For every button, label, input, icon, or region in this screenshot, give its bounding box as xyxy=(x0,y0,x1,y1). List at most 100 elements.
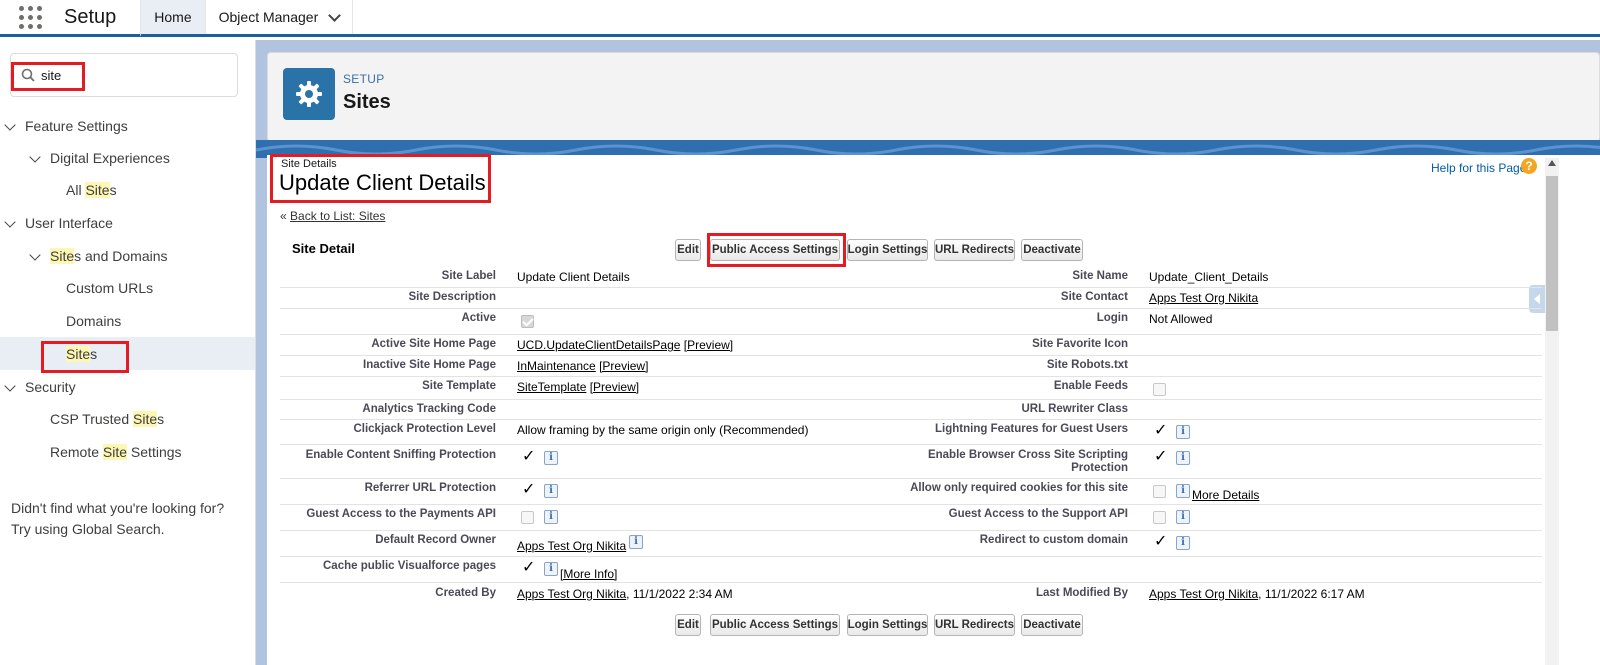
default-owner-link[interactable]: Apps Test Org Nikita xyxy=(517,539,626,553)
field-label: Site Template xyxy=(422,380,496,392)
tree-remote-site-settings[interactable]: Remote Site Settings xyxy=(50,442,182,462)
info-icon[interactable]: i xyxy=(1176,425,1190,439)
tree-domains[interactable]: Domains xyxy=(66,311,121,331)
url-redirects-button[interactable]: URL Redirects xyxy=(934,239,1015,261)
scrollbar-thumb[interactable] xyxy=(1546,176,1558,331)
info-icon[interactable]: i xyxy=(1176,484,1190,498)
row-divider xyxy=(280,556,1542,557)
more-info-link[interactable]: [More Info] xyxy=(560,567,617,581)
row-divider xyxy=(280,444,1542,445)
gear-icon xyxy=(283,68,335,120)
info-icon[interactable]: i xyxy=(544,510,558,524)
help-line: Didn't find what you're looking for? xyxy=(11,500,225,516)
preview-link[interactable]: [Preview] xyxy=(599,359,648,373)
field-label: Site Description xyxy=(408,291,496,303)
field-label: Inactive Site Home Page xyxy=(363,359,496,371)
tab-object-manager[interactable]: Object Manager xyxy=(204,0,354,34)
default-owner-value: Apps Test Org Nikita xyxy=(517,539,626,553)
row-divider xyxy=(280,355,1542,356)
site-contact-link[interactable]: Apps Test Org Nikita xyxy=(1149,291,1258,305)
deactivate-button[interactable]: Deactivate xyxy=(1021,239,1083,261)
field-label: URL Rewriter Class xyxy=(1021,403,1128,415)
row-divider xyxy=(280,399,1542,400)
global-header: Setup Home Object Manager xyxy=(0,0,1600,37)
modified-by-user-link[interactable]: Apps Test Org Nikita xyxy=(1149,587,1258,601)
guest-payments-checkbox xyxy=(521,511,534,524)
checkmark-icon: ✓ xyxy=(1154,422,1168,439)
more-details-link[interactable]: More Details xyxy=(1192,488,1259,502)
edit-button[interactable]: Edit xyxy=(675,239,701,261)
tree-label-part: Settings xyxy=(127,444,182,460)
info-icon[interactable]: i xyxy=(1176,451,1190,465)
required-cookies-checkbox xyxy=(1153,485,1166,498)
last-modified-value: Apps Test Org Nikita, 11/1/2022 6:17 AM xyxy=(1149,587,1365,601)
scroll-up-icon[interactable] xyxy=(1548,160,1556,166)
tab-home[interactable]: Home xyxy=(140,0,205,37)
back-to-list-link[interactable]: Back to List: Sites xyxy=(290,209,385,223)
site-contact-value: Apps Test Org Nikita xyxy=(1149,291,1258,305)
app-launcher-icon[interactable] xyxy=(0,0,60,34)
field-label: Last Modified By xyxy=(1035,587,1128,599)
row-divider xyxy=(280,287,1542,288)
tree-csp-trusted-sites[interactable]: CSP Trusted Sites xyxy=(50,409,164,429)
info-icon[interactable]: i xyxy=(544,562,558,576)
tree-custom-urls[interactable]: Custom URLs xyxy=(66,278,153,298)
field-label: Site Label xyxy=(441,270,496,282)
tree-feature-settings[interactable]: Feature Settings xyxy=(25,116,128,136)
tree-user-interface[interactable]: User Interface xyxy=(25,213,113,233)
deactivate-button[interactable]: Deactivate xyxy=(1021,614,1083,636)
search-highlight-box xyxy=(11,62,85,91)
tree-all-sites[interactable]: All Sites xyxy=(66,180,117,200)
inactive-home-link[interactable]: InMaintenance xyxy=(517,359,596,373)
active-checkbox xyxy=(521,315,534,328)
more-details-value: More Details xyxy=(1192,488,1259,502)
field-label: Default Record Owner xyxy=(375,534,496,546)
site-template-link[interactable]: SiteTemplate xyxy=(517,380,586,394)
checkmark-icon: ✓ xyxy=(522,481,536,498)
help-icon[interactable]: ? xyxy=(1521,158,1537,174)
created-by-value: Apps Test Org Nikita, 11/1/2022 2:34 AM xyxy=(517,587,733,601)
login-settings-button[interactable]: Login Settings xyxy=(847,614,928,636)
info-icon[interactable]: i xyxy=(544,451,558,465)
tree-label-part: s and Domains xyxy=(74,248,168,264)
help-for-page-link[interactable]: Help for this Page xyxy=(1431,161,1526,175)
tree-label-part: CSP Trusted xyxy=(50,411,134,427)
site-label-value: Update Client Details xyxy=(517,270,630,284)
preview-link[interactable]: [Preview] xyxy=(684,338,733,352)
sidebar-help-text: Didn't find what you're looking for? Try… xyxy=(11,498,224,540)
url-redirects-button[interactable]: URL Redirects xyxy=(934,614,1015,636)
public-access-highlight-box xyxy=(707,233,846,267)
field-label: Active Site Home Page xyxy=(371,338,496,350)
field-label: Login xyxy=(1096,312,1128,324)
tree-digital-experiences[interactable]: Digital Experiences xyxy=(50,148,170,168)
tree-label-part: Remote xyxy=(50,444,103,460)
field-label: Cache public Visualforce pages xyxy=(323,560,496,572)
detail-title: Update Client Details xyxy=(279,170,486,195)
tree-label-part: s xyxy=(109,182,117,198)
info-icon[interactable]: i xyxy=(1176,510,1190,524)
field-label: Site Robots.txt xyxy=(1046,359,1128,371)
public-access-settings-button[interactable]: Public Access Settings xyxy=(710,614,840,636)
field-label: Enable Browser Cross Site Scripting Prote… xyxy=(890,449,1128,475)
chevron-down-icon[interactable] xyxy=(328,8,342,22)
info-icon[interactable]: i xyxy=(629,535,643,549)
field-label: Guest Access to the Payments API xyxy=(306,508,496,520)
login-settings-button[interactable]: Login Settings xyxy=(847,239,928,261)
info-icon[interactable]: i xyxy=(544,484,558,498)
tree-label-part: s xyxy=(157,411,165,427)
info-icon[interactable]: i xyxy=(1176,536,1190,550)
field-label: Site Name xyxy=(1072,270,1128,282)
tree-security[interactable]: Security xyxy=(25,377,76,397)
tree-sites-and-domains[interactable]: Sites and Domains xyxy=(50,246,168,266)
tab-home-label: Home xyxy=(154,9,192,25)
label-line: Protection xyxy=(1071,462,1128,474)
field-label: Active xyxy=(461,312,496,324)
edit-button[interactable]: Edit xyxy=(675,614,701,636)
created-by-user-link[interactable]: Apps Test Org Nikita xyxy=(517,587,626,601)
field-label: Clickjack Protection Level xyxy=(353,423,496,435)
preview-link[interactable]: [Preview] xyxy=(590,380,639,394)
field-label: Lightning Features for Guest Users xyxy=(935,423,1128,435)
active-home-link[interactable]: UCD.UpdateClientDetailsPage xyxy=(517,338,680,352)
search-match: Site xyxy=(85,182,110,198)
guest-support-checkbox xyxy=(1153,511,1166,524)
